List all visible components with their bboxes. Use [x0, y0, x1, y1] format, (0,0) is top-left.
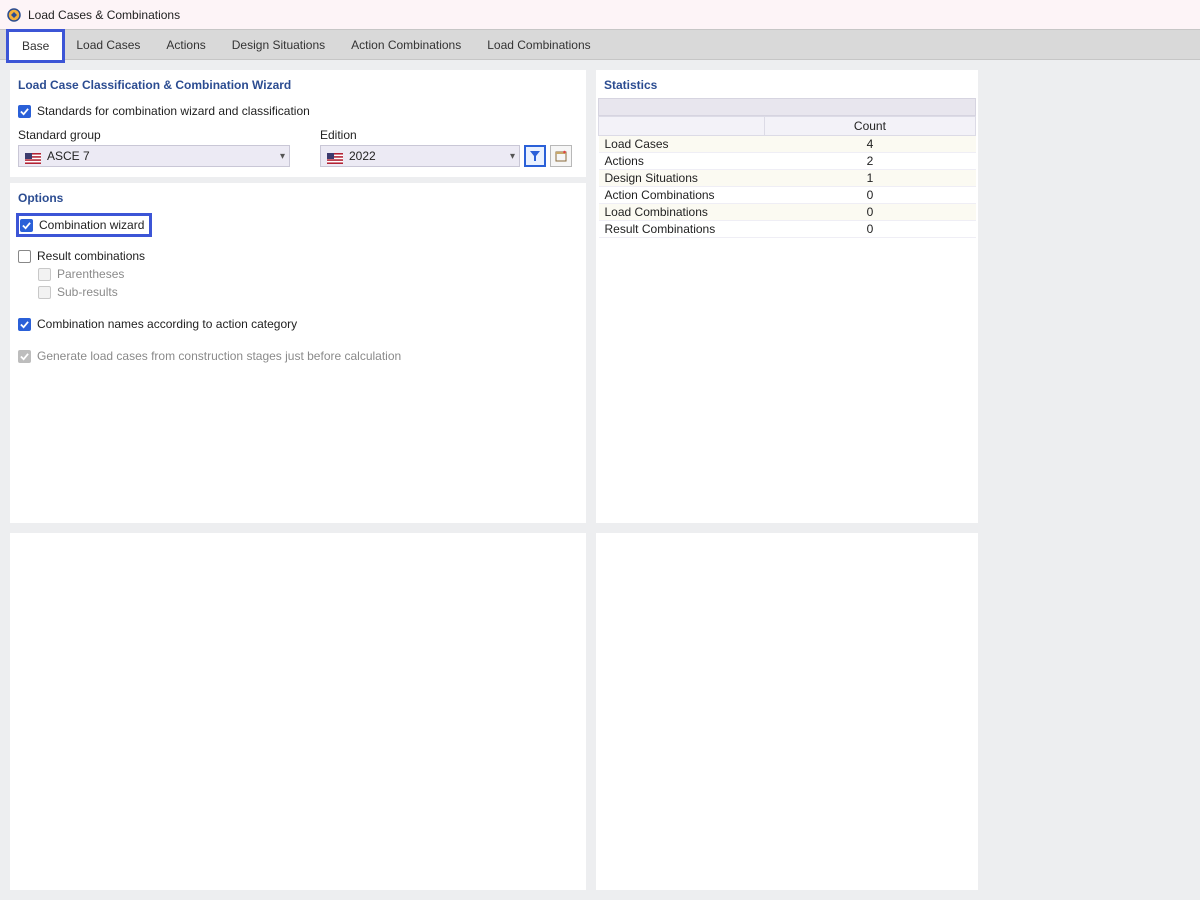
standards-checkbox-label: Standards for combination wizard and cla…	[37, 104, 310, 118]
combination-names-row[interactable]: Combination names according to action ca…	[18, 315, 578, 333]
sub-results-label: Sub-results	[57, 285, 118, 299]
table-row: Load Cases4	[599, 136, 976, 153]
parentheses-row: Parentheses	[18, 265, 578, 283]
app-icon	[6, 7, 22, 23]
sub-results-checkbox	[38, 286, 51, 299]
parentheses-checkbox	[38, 268, 51, 281]
us-flag-icon	[25, 151, 41, 162]
table-row: Load Combinations0	[599, 204, 976, 221]
options-section-title: Options	[10, 183, 586, 211]
combination-wizard-highlight: Combination wizard	[18, 215, 150, 235]
generate-load-cases-checkbox	[18, 350, 31, 363]
chevron-down-icon: ▾	[510, 151, 515, 162]
us-flag-icon	[327, 151, 343, 162]
parentheses-label: Parentheses	[57, 267, 124, 281]
wizard-section-title: Load Case Classification & Combination W…	[10, 70, 586, 98]
tab-actions[interactable]: Actions	[153, 31, 218, 59]
bottom-panel-left	[10, 533, 586, 890]
edition-value: 2022	[349, 149, 376, 163]
chevron-down-icon: ▾	[280, 151, 285, 162]
standard-group-value: ASCE 7	[47, 149, 90, 163]
table-row: Design Situations1	[599, 170, 976, 187]
titlebar: Load Cases & Combinations	[0, 0, 1200, 29]
standards-checkbox[interactable]	[18, 105, 31, 118]
window-title: Load Cases & Combinations	[28, 8, 180, 22]
generate-load-cases-label: Generate load cases from construction st…	[37, 349, 401, 363]
result-combinations-row[interactable]: Result combinations	[18, 247, 578, 265]
tab-design-situations[interactable]: Design Situations	[219, 31, 338, 59]
edition-label: Edition	[320, 120, 578, 145]
table-row: Result Combinations0	[599, 221, 976, 238]
result-combinations-label: Result combinations	[37, 249, 145, 263]
tabs-bar: Base Load Cases Actions Design Situation…	[0, 29, 1200, 60]
statistics-table: Count Load Cases4 Actions2 Design Situat…	[598, 116, 976, 238]
statistics-col-count: Count	[764, 117, 975, 136]
combination-names-label: Combination names according to action ca…	[37, 317, 297, 331]
tab-action-combinations[interactable]: Action Combinations	[338, 31, 474, 59]
calendar-button[interactable]	[550, 145, 572, 167]
bottom-area	[0, 523, 1200, 900]
combination-names-checkbox[interactable]	[18, 318, 31, 331]
standard-group-label: Standard group	[18, 120, 290, 145]
combination-wizard-checkbox[interactable]	[20, 219, 33, 232]
tab-load-cases[interactable]: Load Cases	[63, 31, 153, 59]
statistics-title: Statistics	[596, 70, 978, 98]
bottom-panel-right	[596, 533, 978, 890]
statistics-col-empty	[599, 117, 765, 136]
table-row: Actions2	[599, 153, 976, 170]
statistics-panel: Statistics Count Load Cases4 Actions2 De…	[596, 70, 978, 523]
left-panel: Load Case Classification & Combination W…	[10, 70, 586, 523]
content-area: Load Case Classification & Combination W…	[0, 60, 1200, 523]
generate-load-cases-row: Generate load cases from construction st…	[18, 347, 578, 365]
edition-dropdown[interactable]: 2022 ▾	[320, 145, 520, 167]
result-combinations-checkbox[interactable]	[18, 250, 31, 263]
sub-results-row: Sub-results	[18, 283, 578, 301]
tab-base[interactable]: Base	[8, 31, 63, 61]
combination-wizard-label: Combination wizard	[39, 218, 144, 232]
standard-group-dropdown[interactable]: ASCE 7 ▾	[18, 145, 290, 167]
statistics-header-strip	[598, 98, 976, 116]
table-row: Action Combinations0	[599, 187, 976, 204]
tab-load-combinations[interactable]: Load Combinations	[474, 31, 603, 59]
standards-checkbox-row[interactable]: Standards for combination wizard and cla…	[18, 102, 578, 120]
filter-button[interactable]	[524, 145, 546, 167]
